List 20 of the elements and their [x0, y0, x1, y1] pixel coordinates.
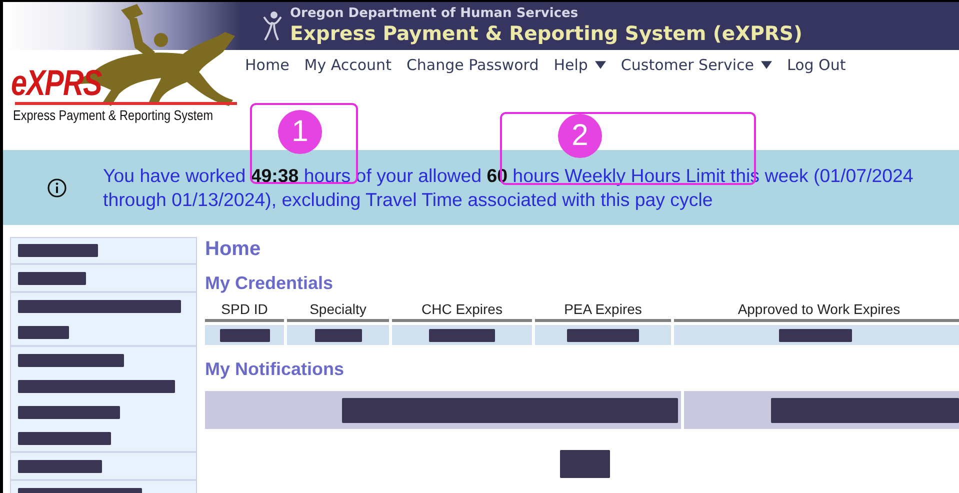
logo-tagline: Express Payment & Reporting System — [13, 107, 213, 123]
column-header: PEA Expires — [535, 301, 671, 322]
logo-wordmark: eXPRS — [11, 62, 102, 104]
nav-menu[interactable]: Customer Service — [620, 56, 772, 74]
annotation-number: 1 — [278, 110, 322, 154]
system-title: Express Payment & Reporting System (eXPRS) — [290, 22, 802, 46]
agency-name: Oregon Department of Human Services — [290, 6, 580, 22]
section-heading: My Notifications — [205, 358, 346, 381]
column-header: Approved to Work Expires — [674, 301, 959, 322]
page-title: Home — [205, 237, 262, 261]
column-header: SPD ID — [205, 301, 284, 322]
annotation-number: 2 — [558, 114, 602, 158]
nav-link[interactable]: Log Out — [787, 56, 846, 74]
column-header: CHC Expires — [392, 301, 532, 322]
column-header: Specialty — [287, 301, 389, 322]
nav-link[interactable]: My Account — [304, 56, 392, 74]
section-heading: My Credentials — [205, 272, 334, 295]
nav-link[interactable]: Home — [245, 56, 290, 74]
nav-link[interactable]: Change Password — [406, 56, 539, 74]
nav-menu[interactable]: Help — [554, 56, 606, 74]
